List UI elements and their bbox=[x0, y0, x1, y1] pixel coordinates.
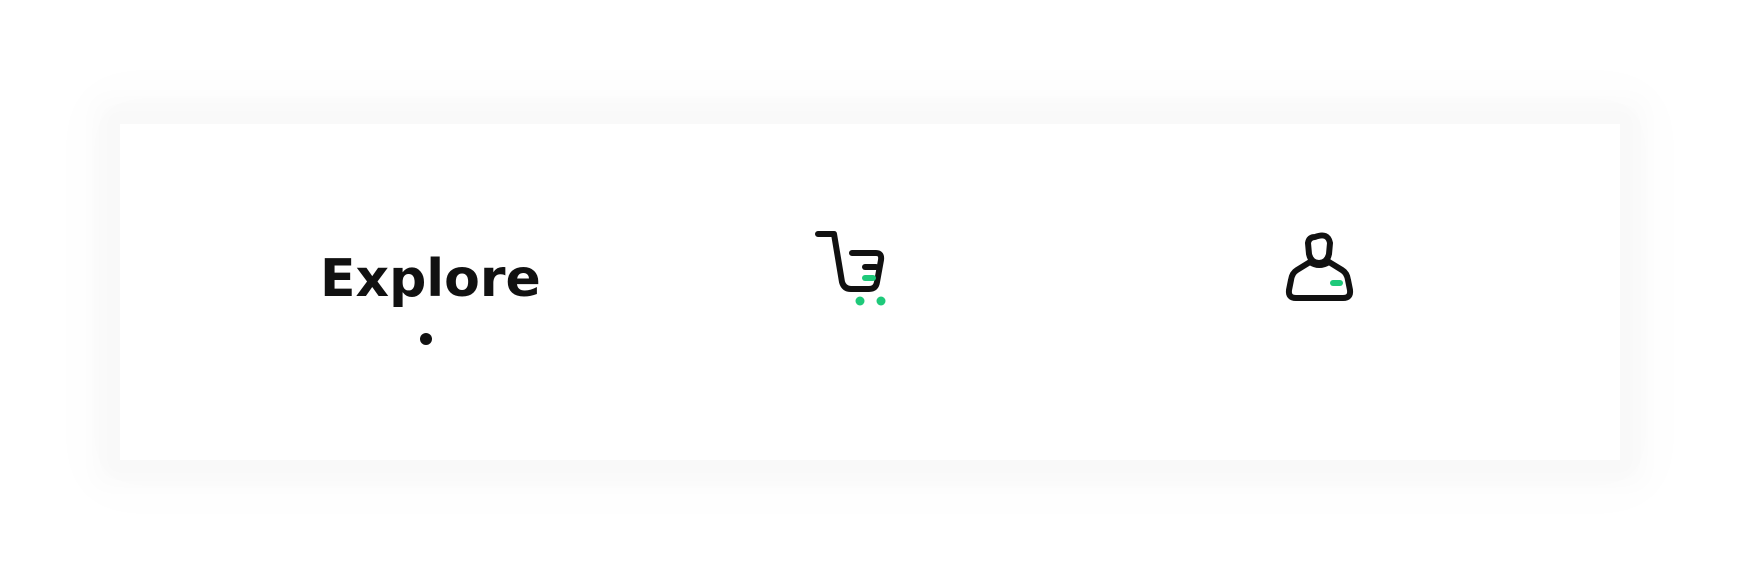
tab-profile[interactable] bbox=[1250, 124, 1400, 460]
shopping-cart-icon bbox=[810, 228, 960, 318]
bottom-tab-bar: Explore bbox=[120, 124, 1620, 460]
tab-cart[interactable] bbox=[810, 124, 960, 460]
tab-explore[interactable]: Explore bbox=[320, 124, 541, 460]
tab-explore-label: Explore bbox=[320, 249, 541, 309]
user-profile-icon bbox=[1250, 228, 1400, 318]
active-indicator-dot bbox=[420, 333, 432, 345]
